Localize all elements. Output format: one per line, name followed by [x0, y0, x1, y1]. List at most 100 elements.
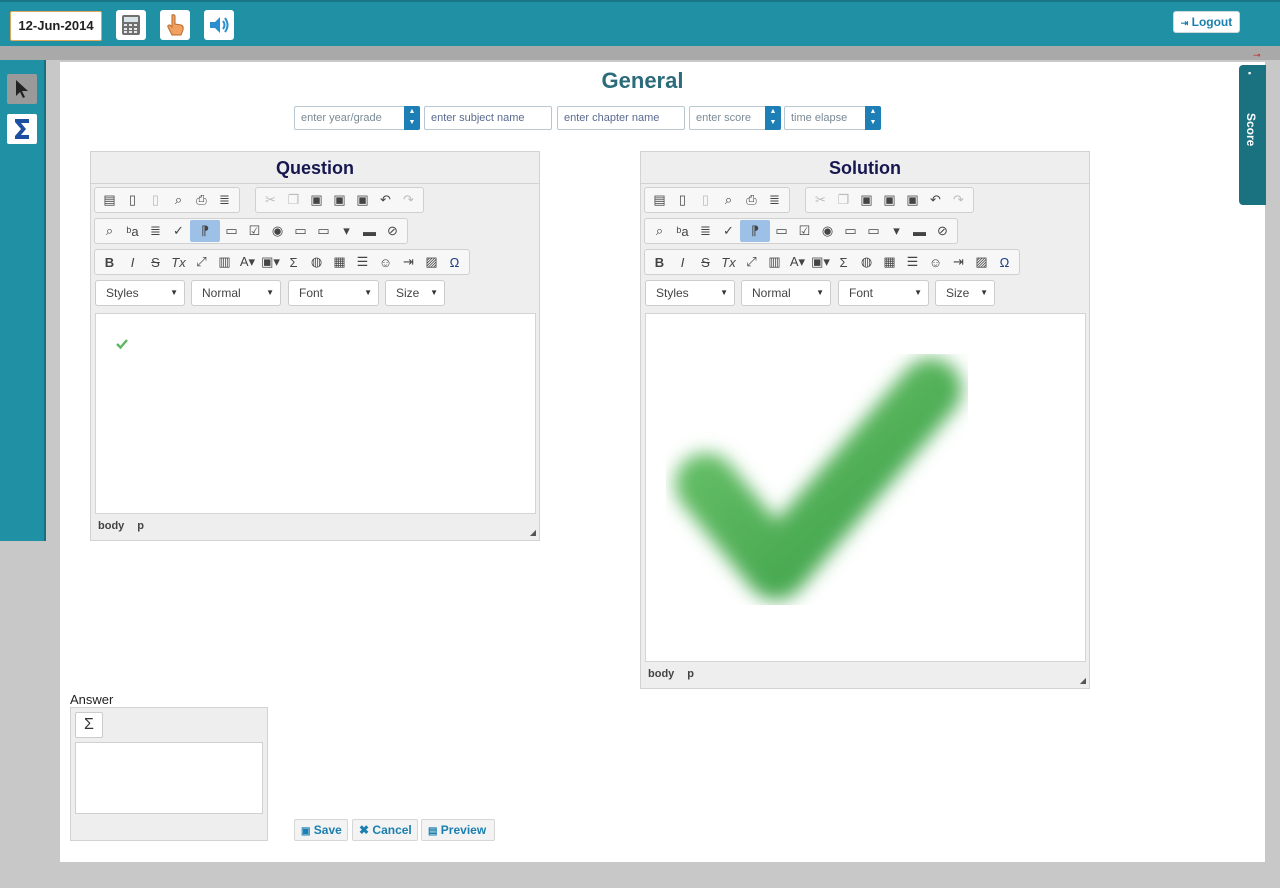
- score-input[interactable]: enter score ▲ ▼: [689, 106, 781, 130]
- horizontal-rule-icon[interactable]: ☰: [351, 251, 374, 273]
- paste-text-icon[interactable]: ▣: [878, 189, 901, 211]
- cut-icon[interactable]: ✂: [259, 189, 282, 211]
- flash-icon[interactable]: ◍: [305, 251, 328, 273]
- checkbox-icon[interactable]: ☑: [793, 220, 816, 242]
- resize-grip-icon[interactable]: ◢: [530, 528, 536, 537]
- table-icon[interactable]: ▦: [328, 251, 351, 273]
- bold-icon[interactable]: B: [98, 251, 121, 273]
- sigma-icon[interactable]: Σ: [75, 712, 103, 738]
- size-combo[interactable]: Size ▼: [385, 280, 445, 306]
- horizontal-rule-icon[interactable]: ☰: [901, 251, 924, 273]
- text-color-icon[interactable]: A▾: [786, 251, 809, 273]
- select-all-icon[interactable]: ≣: [144, 220, 167, 242]
- textfield-icon[interactable]: ▭: [839, 220, 862, 242]
- strike-icon[interactable]: S: [144, 251, 167, 273]
- print-icon[interactable]: ⎙: [190, 189, 213, 211]
- question-content-area[interactable]: [95, 313, 536, 514]
- remove-format-icon[interactable]: Tx: [167, 251, 190, 273]
- smiley-icon[interactable]: ☺: [374, 251, 397, 273]
- sigma-icon[interactable]: [7, 114, 37, 144]
- styles-combo[interactable]: Styles ▼: [645, 280, 735, 306]
- textfield-icon[interactable]: ▭: [289, 220, 312, 242]
- year-grade-input[interactable]: enter year/grade ▲ ▼: [294, 106, 420, 130]
- templates-icon[interactable]: ▯: [144, 189, 167, 211]
- time-spinner-arrows[interactable]: ▲ ▼: [865, 106, 881, 130]
- bold-icon[interactable]: B: [648, 251, 671, 273]
- checkbox-icon[interactable]: ☑: [243, 220, 266, 242]
- undo-icon[interactable]: ↶: [374, 189, 397, 211]
- new-page-icon[interactable]: ▯: [121, 189, 144, 211]
- sigma-insert-icon[interactable]: Σ: [832, 251, 855, 273]
- bg-color-icon[interactable]: ▣▾: [809, 251, 832, 273]
- font-combo[interactable]: Font ▼: [838, 280, 929, 306]
- image-icon[interactable]: ▨: [420, 251, 443, 273]
- text-color-icon[interactable]: A▾: [236, 251, 259, 273]
- chapter-name-input[interactable]: enter chapter name: [557, 106, 685, 130]
- copy-icon[interactable]: ❐: [832, 189, 855, 211]
- paste-icon[interactable]: ▣: [305, 189, 328, 211]
- hidden-field-icon[interactable]: ⊘: [931, 220, 954, 242]
- logout-button[interactable]: ⇥ Logout: [1173, 11, 1240, 33]
- undo-icon[interactable]: ↶: [924, 189, 947, 211]
- spellcheck-icon[interactable]: ✓: [717, 220, 740, 242]
- paste-text-icon[interactable]: ▣: [328, 189, 351, 211]
- calculator-icon[interactable]: [116, 10, 146, 40]
- cancel-button[interactable]: ✖ Cancel: [352, 819, 418, 841]
- score-spinner-arrows[interactable]: ▲ ▼: [765, 106, 781, 130]
- source-doc-icon[interactable]: ≣: [213, 189, 236, 211]
- form-icon[interactable]: ▭: [220, 220, 243, 242]
- select-field-icon[interactable]: ▾: [335, 220, 358, 242]
- find-icon[interactable]: ⌕: [648, 220, 671, 242]
- image-icon[interactable]: ▨: [970, 251, 993, 273]
- cut-icon[interactable]: ✂: [809, 189, 832, 211]
- time-elapse-input[interactable]: time elapse ▲ ▼: [784, 106, 881, 130]
- paste-word-icon[interactable]: ▣: [351, 189, 374, 211]
- radio-icon[interactable]: ◉: [266, 220, 289, 242]
- format-combo[interactable]: Normal ▼: [191, 280, 281, 306]
- button-field-icon[interactable]: ▬: [908, 220, 931, 242]
- maximize-icon[interactable]: ⤢: [740, 251, 763, 273]
- score-tab[interactable]: ▪ Score: [1239, 65, 1266, 205]
- font-combo[interactable]: Font ▼: [288, 280, 379, 306]
- textarea-icon[interactable]: ▭: [312, 220, 335, 242]
- show-blocks-icon[interactable]: ▥: [763, 251, 786, 273]
- textarea-icon[interactable]: ▭: [862, 220, 885, 242]
- omega-icon[interactable]: Ω: [443, 251, 466, 273]
- new-page-icon[interactable]: ▯: [671, 189, 694, 211]
- hidden-field-icon[interactable]: ⊘: [381, 220, 404, 242]
- format-painter-icon[interactable]: ⁋: [190, 220, 220, 242]
- find-icon[interactable]: ⌕: [98, 220, 121, 242]
- replace-icon[interactable]: ᵇa: [121, 220, 144, 242]
- solution-content-area[interactable]: [645, 313, 1086, 662]
- select-all-icon[interactable]: ≣: [694, 220, 717, 242]
- form-icon[interactable]: ▭: [770, 220, 793, 242]
- cursor-arrow-icon[interactable]: [7, 74, 37, 104]
- redo-icon[interactable]: ↷: [947, 189, 970, 211]
- preview-doc-icon[interactable]: ⌕: [717, 189, 740, 211]
- italic-icon[interactable]: I: [121, 251, 144, 273]
- flash-icon[interactable]: ◍: [855, 251, 878, 273]
- sigma-insert-icon[interactable]: Σ: [282, 251, 305, 273]
- preview-doc-icon[interactable]: ⌕: [167, 189, 190, 211]
- spellcheck-icon[interactable]: ✓: [167, 220, 190, 242]
- strike-icon[interactable]: S: [694, 251, 717, 273]
- pin-icon[interactable]: ⊸: [1253, 50, 1261, 61]
- speaker-icon[interactable]: [204, 10, 234, 40]
- page-break-icon[interactable]: ⇥: [947, 251, 970, 273]
- italic-icon[interactable]: I: [671, 251, 694, 273]
- button-field-icon[interactable]: ▬: [358, 220, 381, 242]
- show-blocks-icon[interactable]: ▥: [213, 251, 236, 273]
- year-spinner-arrows[interactable]: ▲ ▼: [404, 106, 420, 130]
- redo-icon[interactable]: ↷: [397, 189, 420, 211]
- answer-input[interactable]: [75, 742, 263, 814]
- save-doc-icon[interactable]: ▤: [98, 189, 121, 211]
- paste-word-icon[interactable]: ▣: [901, 189, 924, 211]
- styles-combo[interactable]: Styles ▼: [95, 280, 185, 306]
- save-button[interactable]: ▣ Save: [294, 819, 348, 841]
- maximize-icon[interactable]: ⤢: [190, 251, 213, 273]
- smiley-icon[interactable]: ☺: [924, 251, 947, 273]
- remove-format-icon[interactable]: Tx: [717, 251, 740, 273]
- select-field-icon[interactable]: ▾: [885, 220, 908, 242]
- bg-color-icon[interactable]: ▣▾: [259, 251, 282, 273]
- size-combo[interactable]: Size ▼: [935, 280, 995, 306]
